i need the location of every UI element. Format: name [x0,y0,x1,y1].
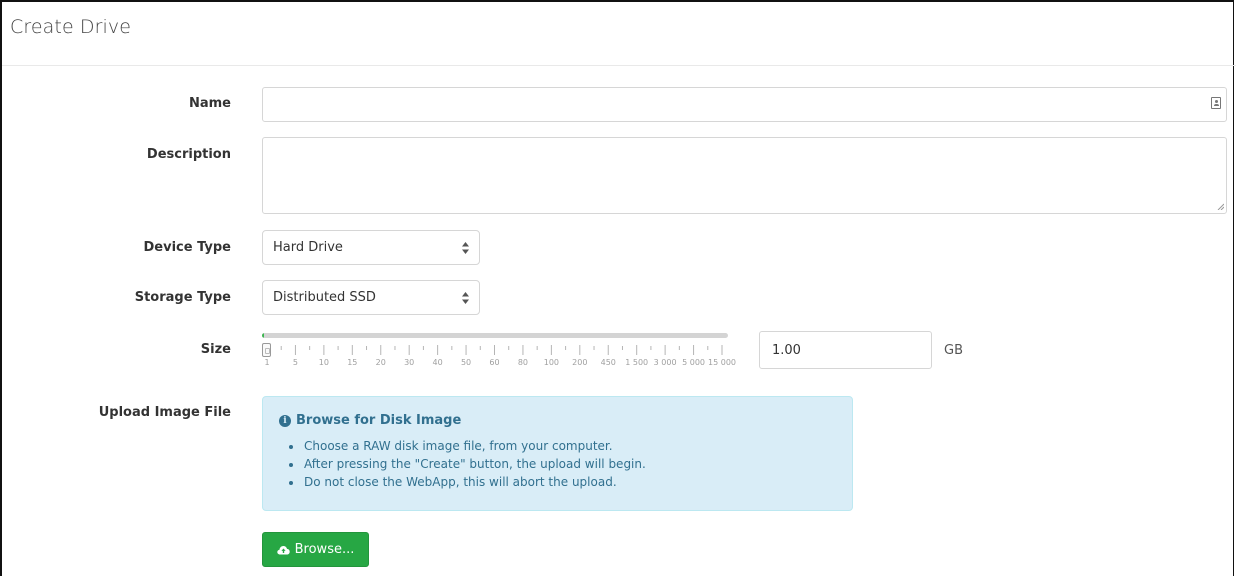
upload-info-box: i Browse for Disk Image Choose a RAW dis… [262,396,853,511]
slider-tick-label: 200 [572,358,588,367]
description-label: Description [146,147,231,162]
info-circle-icon: i [279,414,291,427]
slider-tick-label: 15 000 [708,358,736,367]
storage-type-value: Distributed SSD [273,290,376,305]
resize-grip-icon[interactable] [1217,203,1224,210]
slider-tick-label: 60 [489,358,500,367]
upload-info-title-text: Browse for Disk Image [296,413,462,428]
slider-tick-label: 40 [432,358,443,367]
slider-tick-label: 450 [600,358,616,367]
slider-tick-label: 50 [460,358,472,367]
name-input[interactable] [262,87,1227,122]
list-item: Choose a RAW disk image file, from your … [303,437,838,455]
size-unit-label: GB [944,343,963,358]
slider-tick-label: 5 000 [682,358,706,367]
slider-tick-label: 100 [543,358,560,367]
browse-button-label: Browse... [294,542,355,557]
description-textarea[interactable] [262,137,1227,214]
slider-tick-label: 5 [292,358,298,367]
list-item: Do not close the WebApp, this will abort… [303,473,838,491]
select-arrows-icon [462,242,469,254]
size-input[interactable] [759,331,932,369]
browse-button[interactable]: Browse... [262,532,369,567]
size-slider-ticks [266,345,723,355]
select-arrows-icon [462,292,469,304]
size-slider-fill [262,333,265,338]
size-slider-handle[interactable] [262,343,271,357]
slider-tick-label: 3 000 [653,358,677,367]
slider-tick-label: 10 [318,358,329,367]
title-divider [2,65,1236,66]
slider-tick-label: 20 [375,358,386,367]
upload-info-list: Choose a RAW disk image file, from your … [279,437,838,491]
slider-tick-label: 30 [404,358,415,367]
size-slider-tick-labels: 1 5 10 15 20 30 40 50 60 80 100 200 450 1 500 3 000 5 0… [262,358,736,370]
slider-tick-label: 1 [264,358,270,367]
storage-type-select[interactable]: Distributed SSD [262,280,480,315]
device-type-select[interactable]: Hard Drive [262,230,480,265]
slider-tick-label: 1 500 [625,358,649,367]
contact-card-icon[interactable] [1211,97,1221,109]
size-slider-track[interactable] [262,333,728,338]
list-item: After pressing the "Create" button, the … [303,455,838,473]
upload-info-title: i Browse for Disk Image [279,413,838,428]
cloud-upload-icon [276,545,290,554]
size-label: Size [200,342,231,357]
storage-type-label: Storage Type [134,290,231,305]
name-label: Name [188,96,231,111]
upload-image-label: Upload Image File [98,405,231,420]
page-title: Create Drive [10,16,132,38]
device-type-label: Device Type [143,240,231,255]
device-type-value: Hard Drive [273,240,343,255]
slider-tick-label: 80 [517,358,529,367]
slider-tick-label: 15 [347,358,358,367]
